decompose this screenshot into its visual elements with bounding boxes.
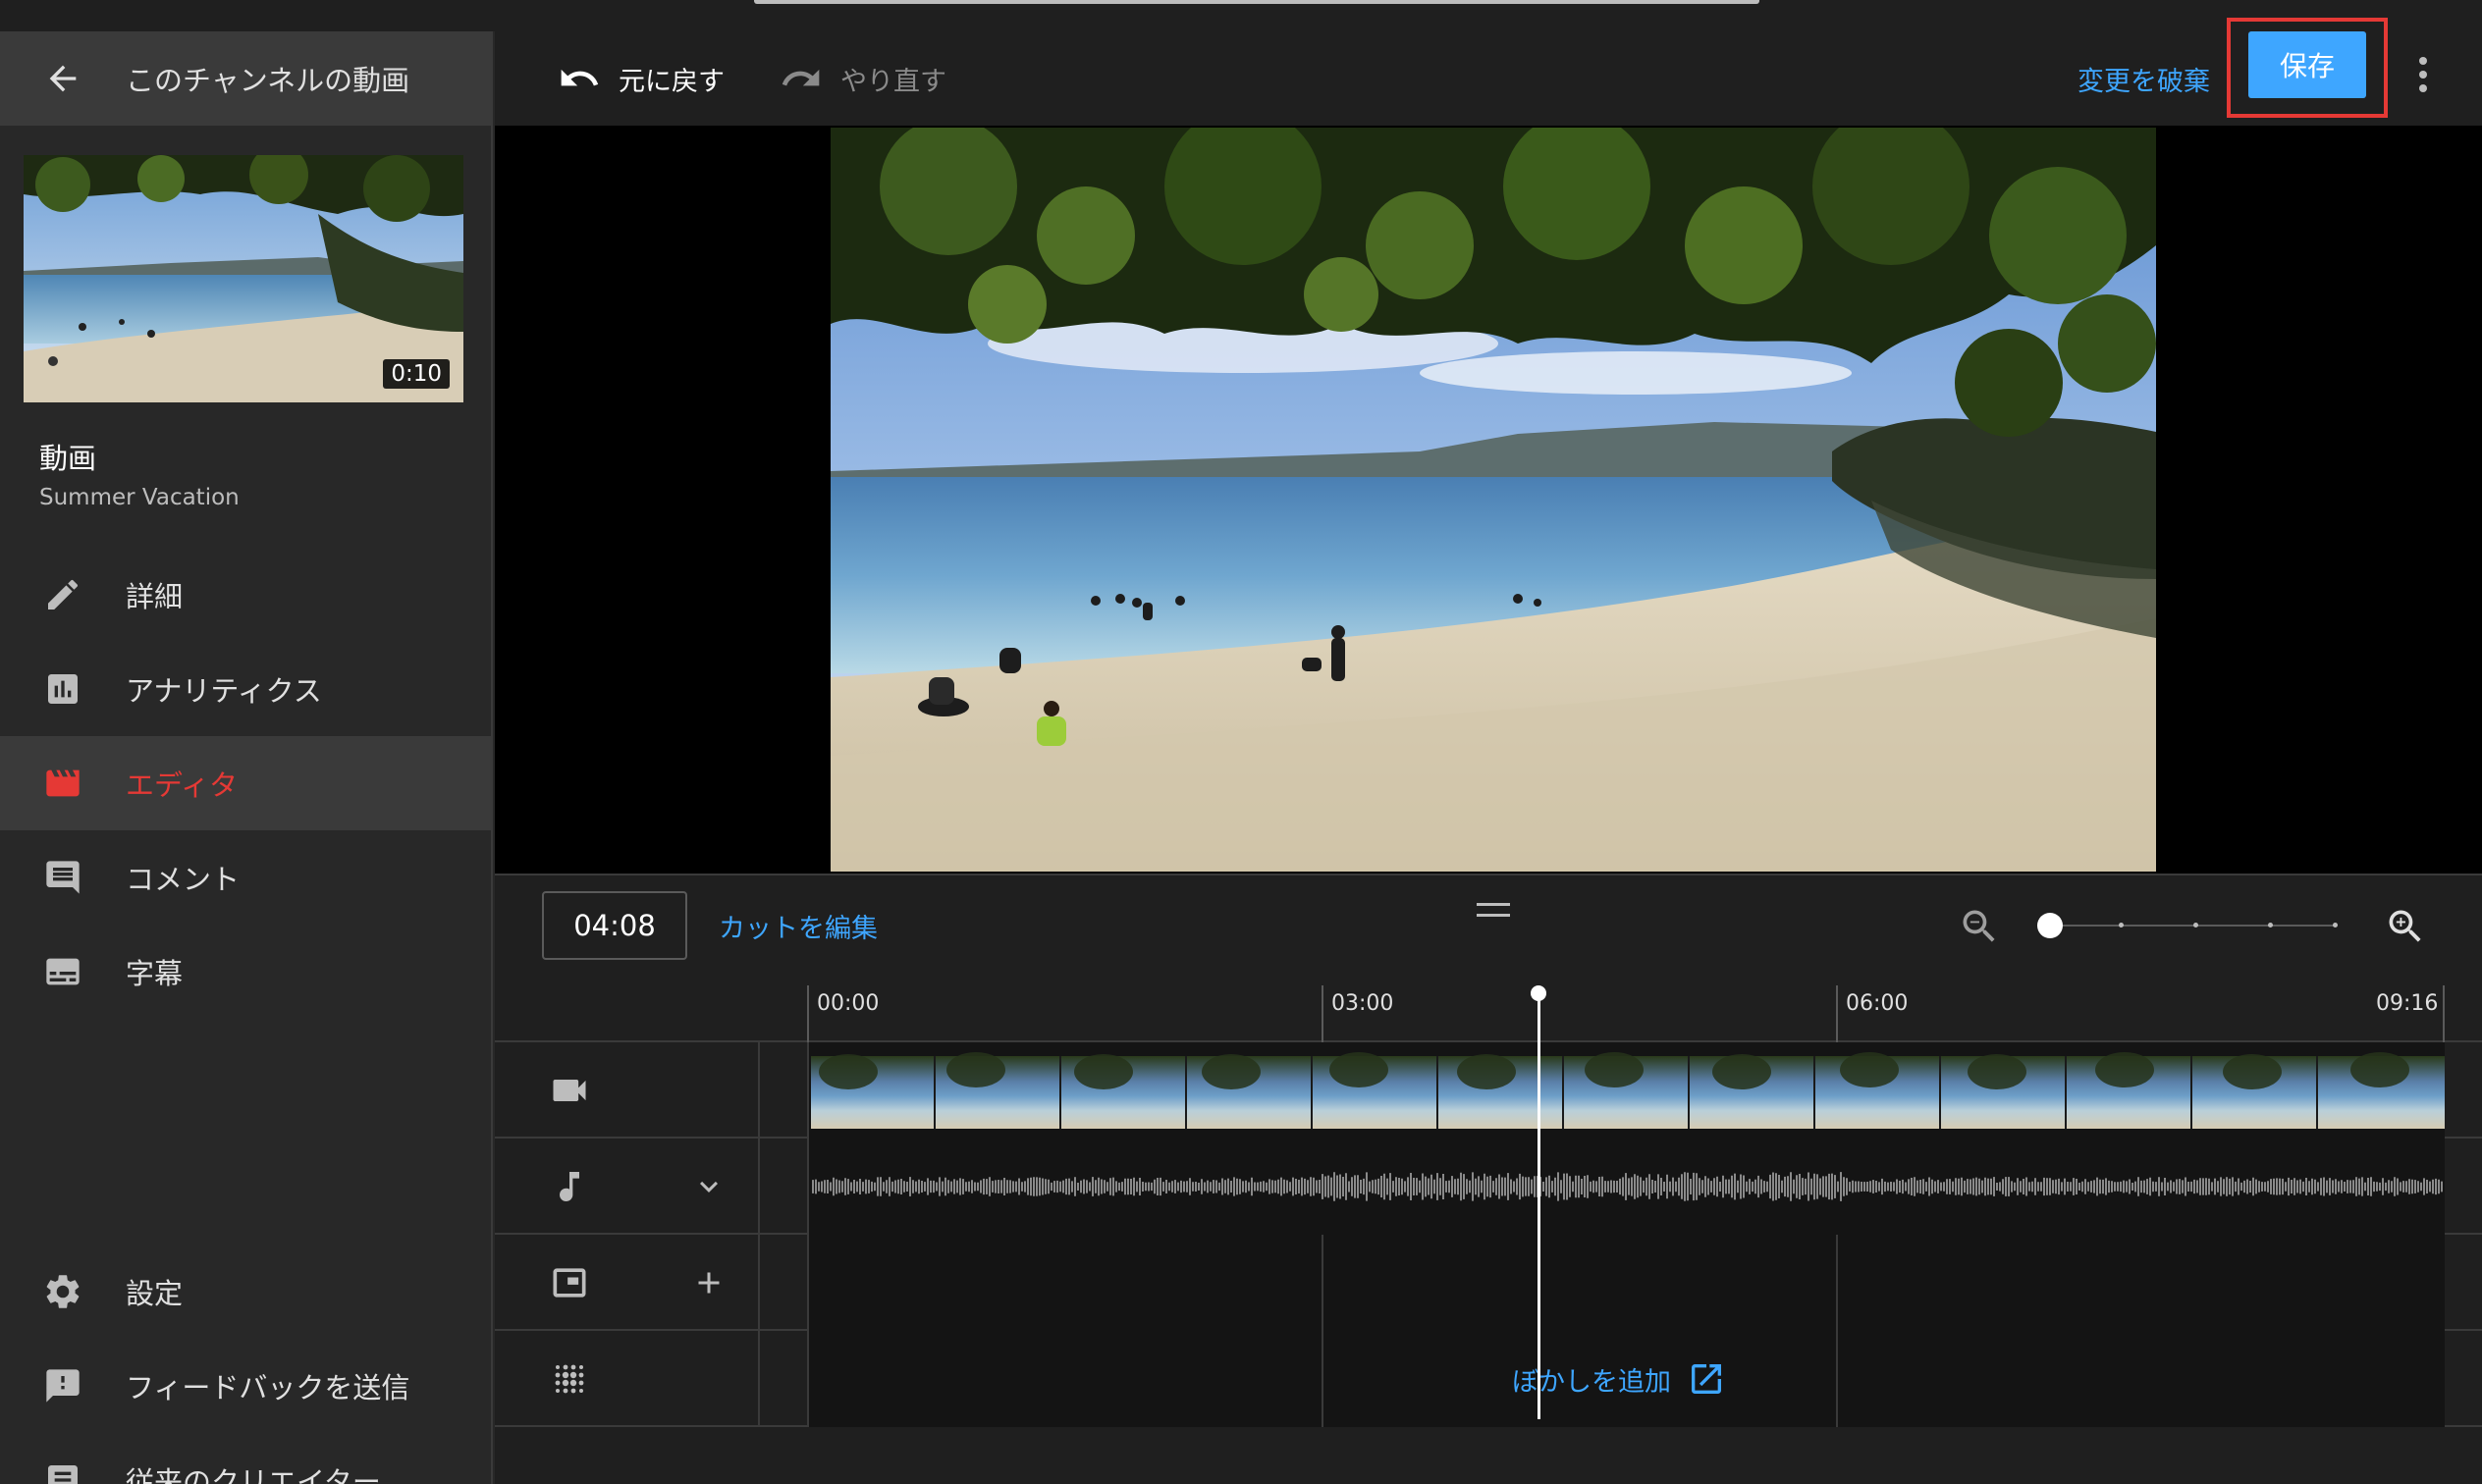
classic-studio-icon [0,1433,126,1484]
track-header-divider [758,1042,760,1139]
track-header-divider [758,1235,760,1331]
save-button[interactable]: 保存 [2248,31,2366,98]
add-blur-button[interactable]: ぼかしを追加 [1512,1331,1726,1427]
slider-step-dot [2193,923,2198,928]
redo-label: やり直す [840,66,946,97]
sidebar-header-title[interactable]: このチャンネルの動画 [126,58,409,99]
edit-cut-button[interactable]: カットを編集 [719,891,878,960]
sidebar-item-analytics[interactable]: アナリティクス [0,642,493,736]
ruler-line [1836,985,1838,1042]
save-label: 保存 [2279,50,2335,82]
sidebar-item-label: 詳細 [126,580,184,613]
comment-icon [0,830,126,925]
thumbnail-duration: 0:10 [383,359,450,389]
ruler-line [2443,985,2445,1042]
panel-resize-handle[interactable] [1477,903,1510,917]
sidebar-item-classic-studio[interactable]: 従来のクリエイター [0,1433,493,1484]
sidebar-item-label: コメント [126,863,241,896]
ruler-line [807,985,809,1042]
pencil-icon [0,548,126,642]
chevron-down-icon[interactable] [681,1139,736,1235]
preview-frame[interactable] [831,128,2156,872]
sidebar-item-label: 従来のクリエイター [126,1465,381,1484]
ruler-line [1322,985,1323,1042]
track-header-divider [758,1139,760,1235]
ruler-tick-label: 06:00 [1846,991,1909,1016]
more-options-icon[interactable] [2403,45,2443,104]
sidebar-item-editor[interactable]: エディタ [0,736,493,830]
add-plus-icon[interactable] [681,1235,736,1331]
ruler-tick-label: 03:00 [1331,991,1394,1016]
gear-icon [0,1245,126,1339]
zoom-slider[interactable] [2037,913,2338,938]
sidebar-item-label: エディタ [126,768,238,802]
sidebar-item-settings[interactable]: 設定 [0,1245,493,1339]
slider-step-dot [2333,923,2338,928]
audio-track [495,1139,2482,1235]
sidebar-item-label: 字幕 [126,957,184,990]
current-time-value: 04:08 [573,909,656,942]
video-thumbnail[interactable]: 0:10 [24,155,463,402]
video-camera-icon [542,1042,597,1139]
zoom-in-icon[interactable] [2384,905,2427,952]
analytics-icon [0,642,126,736]
current-time-field[interactable]: 04:08 [542,891,687,960]
video-clip-lane[interactable] [807,1042,2445,1139]
section-divider [1836,1235,1838,1427]
undo-button[interactable]: 元に戻す [558,31,725,126]
zoom-out-icon[interactable] [1958,905,2001,952]
track-header-divider [758,1331,760,1427]
subtitles-icon [0,925,126,1019]
discard-changes-button[interactable]: 変更を破棄 [2077,31,2210,126]
overlay-lane[interactable] [807,1235,2445,1331]
window-tab-indicator [754,0,1759,4]
sidebar-item-details[interactable]: 詳細 [0,548,493,642]
sidebar-item-label: フィードバックを送信 [126,1371,410,1404]
slider-step-dot [2119,923,2124,928]
sidebar: このチャンネルの動画 0:10 動画 Summer Vacation 詳細 アナ… [0,31,493,1484]
video-label: 動画 [39,442,97,475]
sidebar-item-label: 設定 [126,1277,184,1310]
blur-track: ぼかしを追加 [495,1331,2482,1427]
feedback-icon [0,1339,126,1433]
open-external-icon [1692,1364,1721,1394]
playhead[interactable] [1538,991,1540,1419]
blur-dots-icon [542,1331,597,1427]
sidebar-header: このチャンネルの動画 [0,31,491,126]
video-preview [495,126,2482,874]
video-title: Summer Vacation [39,485,240,510]
top-strip [0,0,2482,31]
sidebar-item-comments[interactable]: コメント [0,830,493,925]
ruler-tick-label: 09:16 [2376,991,2439,1016]
section-divider [1322,1235,1323,1427]
zoom-slider-knob[interactable] [2037,913,2063,938]
sidebar-item-subtitles[interactable]: 字幕 [0,925,493,1019]
audio-waveform-lane[interactable] [807,1139,2445,1235]
end-screen-icon [542,1235,597,1331]
redo-button[interactable]: やり直す [780,31,946,126]
ruler-tick-label: 00:00 [817,991,880,1016]
undo-label: 元に戻す [619,66,725,97]
sidebar-item-label: アナリティクス [126,674,322,708]
editor-clapper-icon [0,736,126,830]
music-note-icon [542,1139,597,1235]
redo-icon [782,69,820,86]
back-arrow-icon[interactable] [0,31,126,126]
undo-icon [561,69,599,86]
video-track [495,1042,2482,1139]
slider-step-dot [2268,923,2273,928]
add-blur-label: ぼかしを追加 [1512,1366,1671,1398]
timeline-panel: 04:08 カットを編集 00:00 03:00 06:00 09:16 ぼかし… [495,874,2482,1484]
editor-toolbar: 元に戻す やり直す 変更を破棄 保存 [495,18,2482,126]
playhead-knob[interactable] [1531,985,1546,1001]
sidebar-item-feedback[interactable]: フィードバックを送信 [0,1339,493,1433]
overlay-track [495,1235,2482,1331]
timeline-ruler: 00:00 03:00 06:00 09:16 [495,983,2482,1042]
audio-waveform [812,1172,2443,1201]
